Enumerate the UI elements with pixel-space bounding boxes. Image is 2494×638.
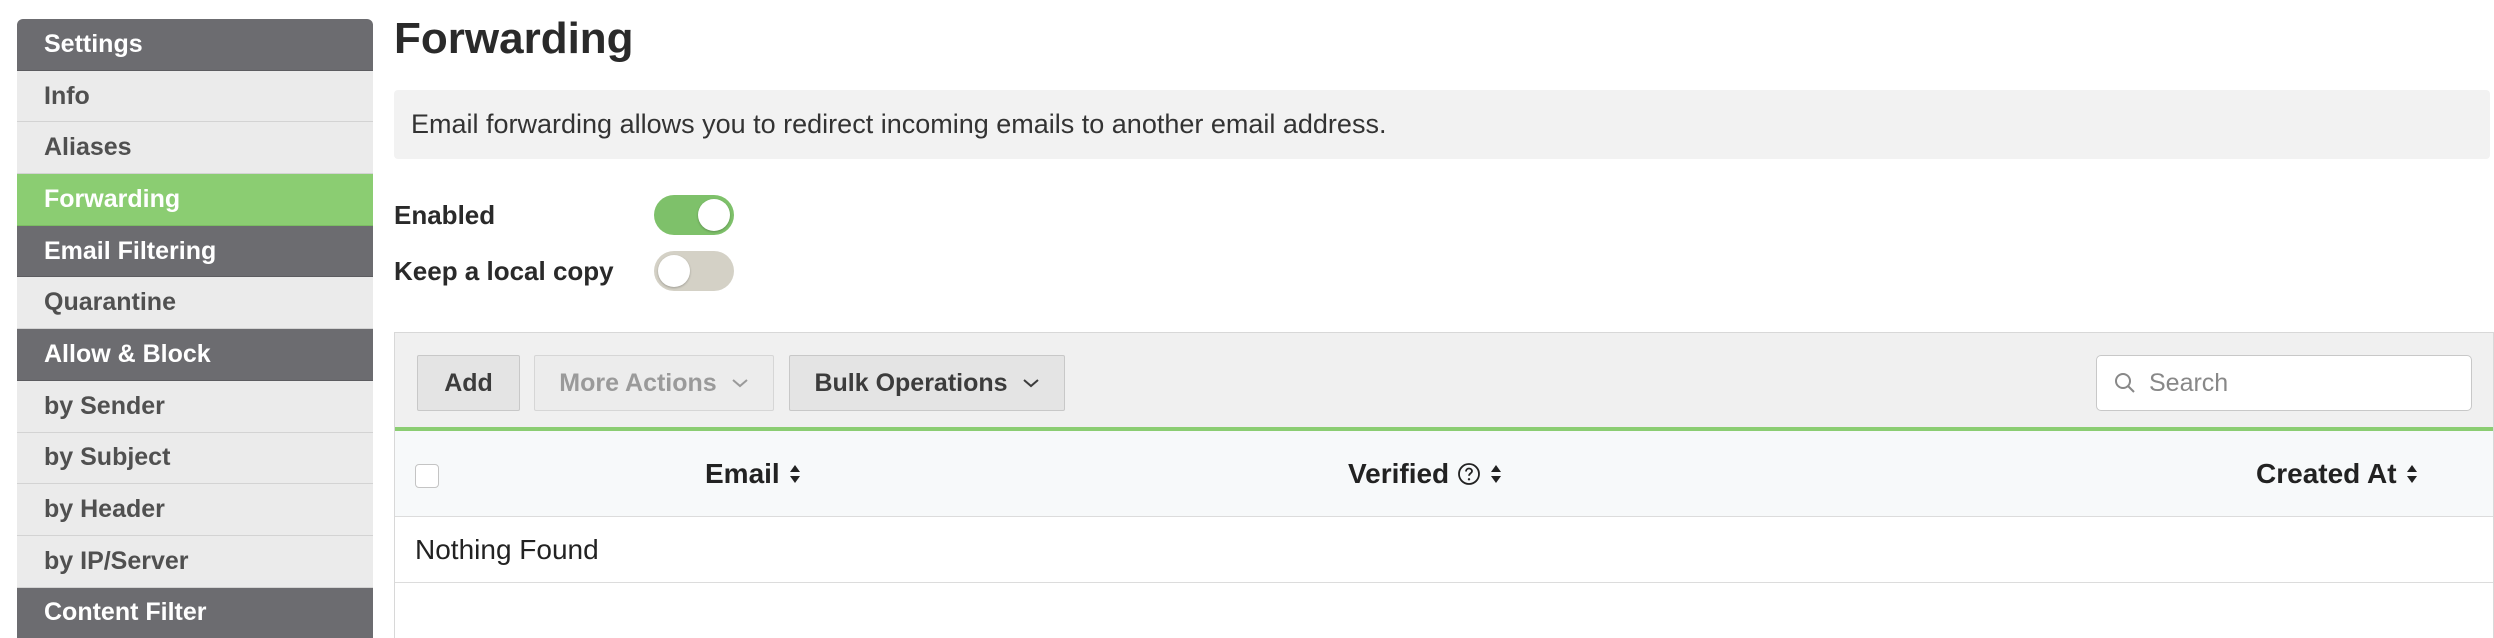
- description-box: Email forwarding allows you to redirect …: [394, 90, 2490, 159]
- local-copy-row: Keep a local copy: [394, 249, 734, 293]
- bulk-operations-label: Bulk Operations: [814, 368, 1008, 397]
- table-header: Email Verified Created At: [395, 431, 2493, 517]
- main-content: Forwarding Email forwarding allows you t…: [394, 0, 2494, 638]
- sort-icon: [2406, 465, 2417, 483]
- sidebar-item-by-header[interactable]: by Header: [17, 484, 373, 536]
- sidebar-header-content-filter[interactable]: Content Filter: [17, 587, 373, 638]
- enabled-toggle[interactable]: [654, 195, 734, 235]
- column-email[interactable]: Email: [705, 431, 802, 517]
- chevron-down-icon: [732, 379, 748, 388]
- toggle-knob: [658, 255, 690, 287]
- bulk-operations-button[interactable]: Bulk Operations: [789, 355, 1065, 411]
- select-all-checkbox[interactable]: [415, 464, 439, 488]
- sidebar-item-forwarding[interactable]: Forwarding: [17, 174, 373, 226]
- add-button[interactable]: Add: [417, 355, 520, 411]
- sidebar-item-by-sender[interactable]: by Sender: [17, 380, 373, 433]
- help-circle-icon[interactable]: [1457, 462, 1481, 486]
- sidebar: Settings Info Aliases Forwarding Email F…: [17, 19, 373, 638]
- column-verified[interactable]: Verified: [1348, 431, 1503, 517]
- column-email-label: Email: [705, 458, 780, 489]
- sidebar-header-email-filtering[interactable]: Email Filtering: [17, 225, 373, 278]
- toggle-knob: [698, 199, 730, 231]
- search-icon: [2115, 373, 2135, 393]
- column-created-at[interactable]: Created At: [2256, 431, 2419, 517]
- search-input[interactable]: [2149, 368, 2449, 398]
- more-actions-label: More Actions: [559, 368, 717, 397]
- sort-icon: [789, 465, 800, 483]
- sidebar-item-by-ip-server[interactable]: by IP/Server: [17, 535, 373, 588]
- forwarding-table-panel: Add More Actions Bulk Operations Search …: [394, 332, 2494, 638]
- page-title: Forwarding: [394, 14, 634, 63]
- description-text: Email forwarding allows you to redirect …: [411, 109, 1387, 139]
- empty-state-text: Nothing Found: [415, 533, 599, 565]
- sidebar-header-settings[interactable]: Settings: [17, 19, 373, 71]
- column-created-at-label: Created At: [2256, 458, 2397, 489]
- local-copy-label: Keep a local copy: [394, 255, 614, 286]
- column-verified-label: Verified: [1348, 458, 1450, 489]
- search-box[interactable]: [2096, 355, 2472, 411]
- sidebar-item-by-subject[interactable]: by Subject: [17, 432, 373, 485]
- empty-state-row: Nothing Found: [395, 517, 2493, 583]
- sidebar-item-info[interactable]: Info: [17, 70, 373, 123]
- local-copy-toggle[interactable]: [654, 251, 734, 291]
- sidebar-item-aliases[interactable]: Aliases: [17, 122, 373, 175]
- enabled-row: Enabled: [394, 193, 734, 237]
- sidebar-header-allow-block[interactable]: Allow & Block: [17, 329, 373, 381]
- more-actions-button[interactable]: More Actions: [534, 355, 774, 411]
- chevron-down-icon: [1022, 379, 1039, 388]
- enabled-label: Enabled: [394, 199, 496, 230]
- app-root: Settings Info Aliases Forwarding Email F…: [0, 0, 2494, 638]
- table-toolbar: Add More Actions Bulk Operations: [395, 333, 2493, 431]
- sort-icon: [1491, 465, 1502, 483]
- sidebar-item-quarantine[interactable]: Quarantine: [17, 277, 373, 330]
